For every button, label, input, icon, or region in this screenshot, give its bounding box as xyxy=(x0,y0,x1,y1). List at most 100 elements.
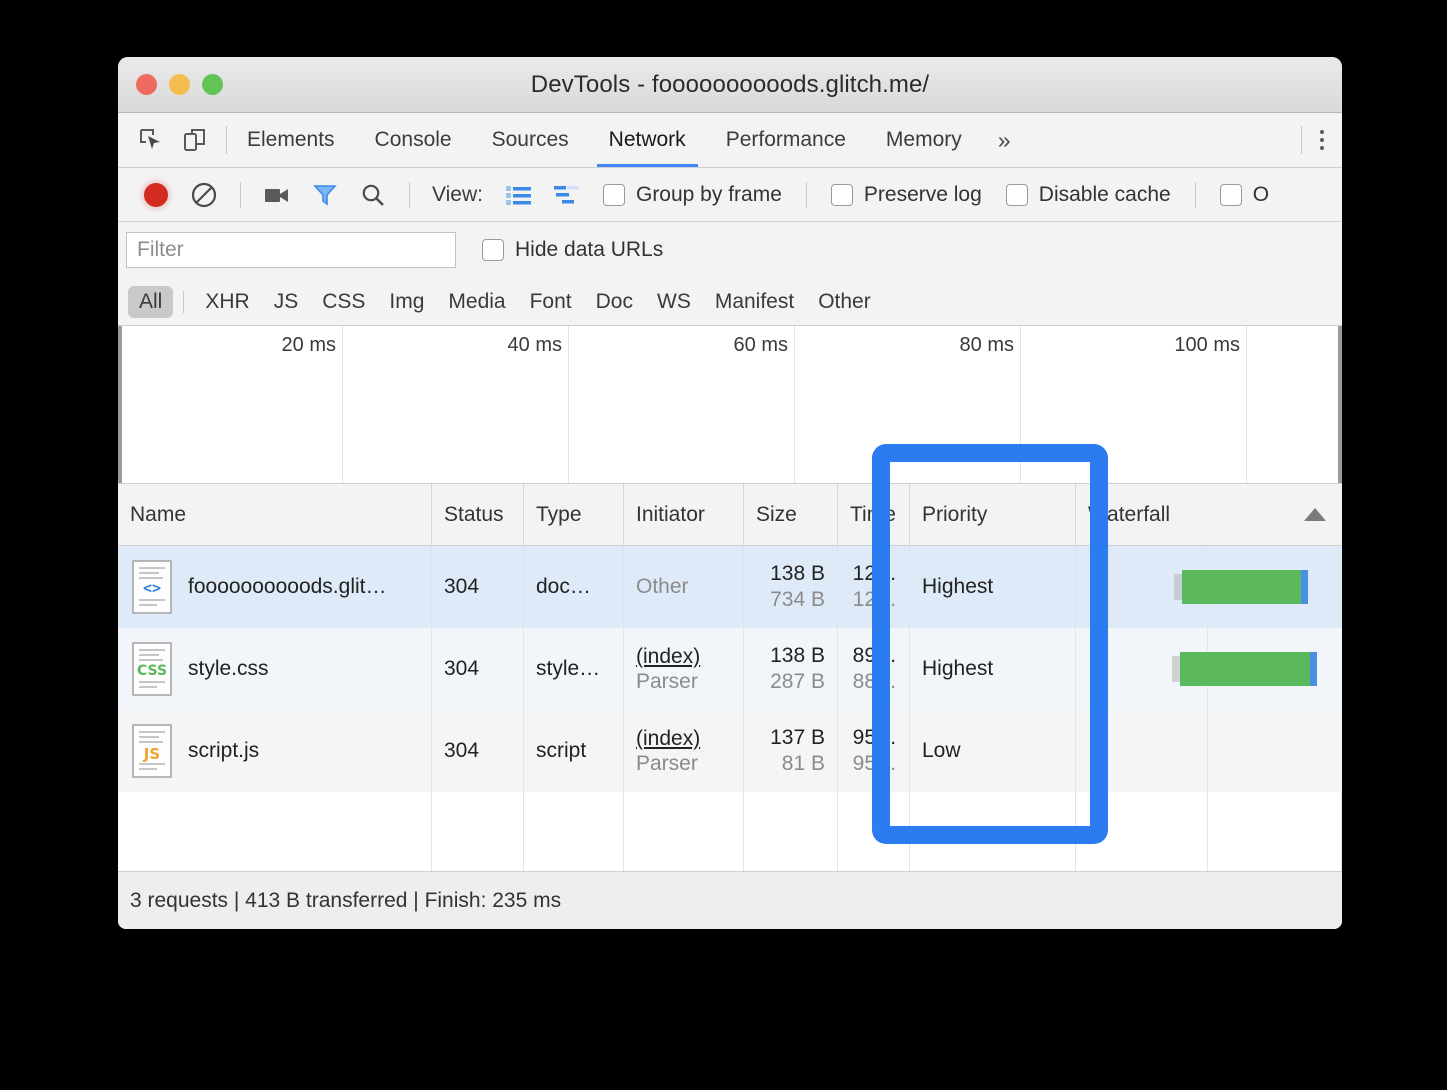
minimize-window-icon[interactable] xyxy=(169,74,190,95)
cell-time-secondary: 12… xyxy=(852,588,897,611)
waterfall-view-icon[interactable] xyxy=(545,175,589,215)
tab-performance[interactable]: Performance xyxy=(706,113,866,167)
cell-initiator: (index) Parser xyxy=(624,710,744,792)
cell-size-secondary: 734 B xyxy=(770,588,825,611)
view-label: View: xyxy=(432,182,483,206)
cell-initiator-link[interactable]: (index) xyxy=(636,727,700,751)
svg-text:JS: JS xyxy=(143,745,160,763)
column-header-priority[interactable]: Priority xyxy=(910,484,1076,545)
checkbox-label: Disable cache xyxy=(1038,182,1171,206)
waterfall-gridline xyxy=(1207,710,1208,792)
network-overview-timeline[interactable]: 20 ms 40 ms 60 ms 80 ms 100 ms xyxy=(118,326,1342,484)
cell-initiator-link[interactable]: (index) xyxy=(636,645,700,669)
column-header-waterfall[interactable]: Waterfall xyxy=(1076,484,1342,545)
overview-right-handle[interactable] xyxy=(1338,326,1342,483)
cell-type: doc… xyxy=(524,546,624,628)
cell-waterfall xyxy=(1076,546,1342,628)
chip-media[interactable]: Media xyxy=(437,286,516,318)
camera-icon[interactable] xyxy=(255,175,299,215)
filter-funnel-icon[interactable] xyxy=(303,175,347,215)
hide-data-urls-checkbox[interactable]: Hide data URLs xyxy=(482,238,663,262)
search-icon[interactable] xyxy=(351,175,395,215)
overview-gridline xyxy=(342,326,343,483)
svg-text:CSS: CSS xyxy=(137,663,167,679)
overview-gridline xyxy=(1246,326,1247,483)
cell-time-secondary: 88… xyxy=(852,670,897,693)
tab-console[interactable]: Console xyxy=(355,113,472,167)
clear-icon[interactable] xyxy=(182,175,226,215)
devtools-window: DevTools - foooooooooods.glitch.me/ Elem… xyxy=(118,57,1342,929)
cell-time: 12… 12… xyxy=(838,546,910,628)
checkbox-label: Preserve log xyxy=(863,182,982,206)
table-header-row: Name Status Type Initiator Size Time Pri… xyxy=(118,484,1342,546)
kebab-menu-icon[interactable] xyxy=(1302,130,1342,150)
offline-checkbox[interactable]: O xyxy=(1219,183,1269,207)
chip-img[interactable]: Img xyxy=(378,286,435,318)
device-toolbar-icon[interactable] xyxy=(180,125,210,155)
column-header-type[interactable]: Type xyxy=(524,484,624,545)
filter-input[interactable] xyxy=(126,232,456,268)
cell-name: JS script.js xyxy=(118,710,432,792)
preserve-log-checkbox[interactable]: Preserve log xyxy=(830,182,982,207)
screenshot-root: DevTools - foooooooooods.glitch.me/ Elem… xyxy=(0,0,1447,1090)
cell-status: 304 xyxy=(432,710,524,792)
cell-time-primary: 95… xyxy=(852,726,897,749)
cell-name-text: script.js xyxy=(188,739,260,762)
chip-font[interactable]: Font xyxy=(519,286,583,318)
table-row[interactable]: CSS style.css 304 style… (index) Parser … xyxy=(118,628,1342,710)
zoom-window-icon[interactable] xyxy=(202,74,223,95)
cell-initiator-sub: Parser xyxy=(636,669,698,693)
cell-size: 138 B 734 B xyxy=(744,546,838,628)
record-button-icon[interactable] xyxy=(134,175,178,215)
tab-elements[interactable]: Elements xyxy=(227,113,355,167)
column-header-waterfall-label: Waterfall xyxy=(1088,502,1171,526)
group-by-frame-checkbox[interactable]: Group by frame xyxy=(602,183,782,207)
toolbar-divider-4 xyxy=(1194,181,1196,208)
waterfall-bar xyxy=(1180,652,1312,686)
cell-waterfall xyxy=(1076,710,1342,792)
overview-left-handle[interactable] xyxy=(118,326,122,483)
toolbar-divider-2 xyxy=(409,181,410,208)
tab-label: Elements xyxy=(247,128,335,151)
checkbox-label: Hide data URLs xyxy=(515,238,664,261)
list-view-icon[interactable] xyxy=(497,175,541,215)
more-tabs-icon[interactable]: » xyxy=(982,113,1027,167)
tabbar-icon-group xyxy=(118,113,226,167)
cell-waterfall xyxy=(1076,628,1342,710)
chip-divider xyxy=(183,290,185,313)
column-header-initiator[interactable]: Initiator xyxy=(624,484,744,545)
chip-js[interactable]: JS xyxy=(263,286,310,318)
js-file-icon: JS xyxy=(130,723,174,779)
cell-name-text: style.css xyxy=(188,657,269,680)
overview-gridline xyxy=(568,326,569,483)
cell-priority: Low xyxy=(910,710,1076,792)
column-header-name[interactable]: Name xyxy=(118,484,432,545)
sort-ascending-icon[interactable] xyxy=(1304,508,1326,521)
chip-ws[interactable]: WS xyxy=(646,286,702,318)
chip-xhr[interactable]: XHR xyxy=(194,286,260,318)
tab-network[interactable]: Network xyxy=(589,113,706,167)
resource-type-filters: All XHR JS CSS Img Media Font Doc WS Man… xyxy=(118,278,1342,326)
chip-css[interactable]: CSS xyxy=(311,286,376,318)
overview-gridline xyxy=(794,326,795,483)
chip-other[interactable]: Other xyxy=(807,286,882,318)
inspect-element-icon[interactable] xyxy=(136,125,166,155)
cell-size-primary: 137 B xyxy=(770,726,825,749)
disable-cache-checkbox[interactable]: Disable cache xyxy=(1005,182,1171,207)
tab-memory[interactable]: Memory xyxy=(866,113,982,167)
column-header-time[interactable]: Time xyxy=(838,484,910,545)
cell-priority: Highest xyxy=(910,628,1076,710)
chip-manifest[interactable]: Manifest xyxy=(704,286,805,318)
column-header-status[interactable]: Status xyxy=(432,484,524,545)
column-header-size[interactable]: Size xyxy=(744,484,838,545)
chip-doc[interactable]: Doc xyxy=(585,286,644,318)
table-row[interactable]: JS script.js 304 script (index) Parser 1… xyxy=(118,710,1342,792)
toolbar-divider-3 xyxy=(805,181,807,208)
chip-all[interactable]: All xyxy=(128,285,174,318)
close-window-icon[interactable] xyxy=(136,74,157,95)
css-file-icon: CSS xyxy=(130,641,174,697)
table-row[interactable]: <> foooooooooods.glit… 304 doc… Other 13… xyxy=(118,546,1342,628)
cell-initiator: (index) Parser xyxy=(624,628,744,710)
checkbox-box xyxy=(830,183,853,206)
tab-sources[interactable]: Sources xyxy=(472,113,589,167)
